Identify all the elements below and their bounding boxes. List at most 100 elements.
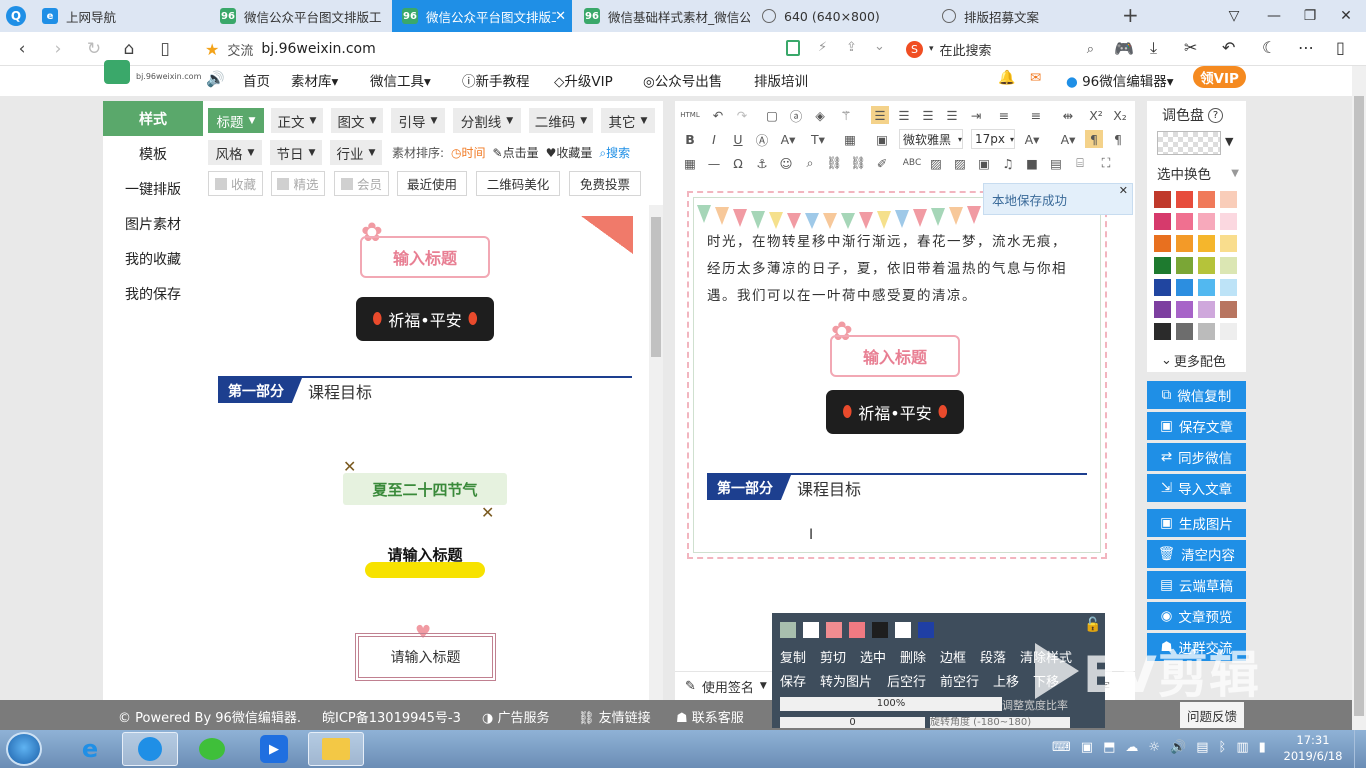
star-icon[interactable]: ★: [205, 40, 219, 59]
download-icon[interactable]: ⤓: [1150, 38, 1157, 58]
format-paint-icon[interactable]: ✐: [873, 154, 891, 172]
nav-sale[interactable]: ◎公众号出售: [643, 70, 722, 90]
nav-training[interactable]: 排版培训: [754, 70, 808, 90]
color-swatch[interactable]: [1176, 301, 1193, 318]
case-icon[interactable]: A▾: [1059, 130, 1077, 148]
signature-button[interactable]: 使用签名: [702, 677, 754, 696]
back-icon[interactable]: ‹: [10, 38, 34, 60]
align-right-icon[interactable]: ☰: [919, 106, 937, 124]
color-swatch[interactable]: [1176, 191, 1193, 208]
color-swatch[interactable]: [1220, 279, 1237, 296]
sidebar-icon[interactable]: ▯: [1336, 38, 1345, 57]
filter-body[interactable]: 正文 ▼: [271, 108, 323, 133]
taskbar-browser[interactable]: [122, 732, 178, 766]
get-vip-button[interactable]: 领VIP: [1193, 66, 1246, 88]
scrollbar-thumb[interactable]: [651, 217, 661, 357]
color-swatch[interactable]: [1220, 257, 1237, 274]
para-spacing-icon[interactable]: ≡: [1027, 106, 1045, 124]
brand-menu[interactable]: ● 96微信编辑器▾: [1066, 70, 1174, 90]
generate-image-button[interactable]: ▣ 生成图片: [1147, 509, 1246, 537]
tab-recruit[interactable]: 排版招募文案: [932, 0, 1108, 32]
hr-icon[interactable]: —: [705, 154, 723, 172]
gallery-icon[interactable]: ▨: [951, 154, 969, 172]
font-size-select[interactable]: 17px ▾: [971, 129, 1015, 149]
popup-blank-after[interactable]: 后空行: [887, 671, 926, 690]
popup-color-swatch[interactable]: [826, 622, 842, 638]
category-saved[interactable]: 我的保存: [103, 276, 203, 311]
subscript-icon[interactable]: X₂: [1111, 106, 1129, 124]
color-swatch[interactable]: [1220, 323, 1237, 340]
align-center-icon[interactable]: ☰: [895, 106, 913, 124]
help-icon[interactable]: ?: [1208, 107, 1223, 123]
sort-favorites[interactable]: ♥收藏量: [546, 144, 593, 161]
tab-editor-1[interactable]: 96 微信公众平台图文排版工: [210, 0, 390, 32]
popup-color-swatch[interactable]: [849, 622, 865, 638]
nav-vip[interactable]: ◇升级VIP: [554, 70, 613, 90]
maximize-button[interactable]: ❐: [1292, 0, 1328, 32]
site-logo[interactable]: bj.96weixin.com: [104, 60, 201, 86]
popup-border[interactable]: 边框: [940, 647, 966, 666]
popup-color-swatch[interactable]: [918, 622, 934, 638]
scrollbar-thumb[interactable]: [1354, 96, 1364, 716]
search-input[interactable]: 在此搜索: [940, 40, 992, 59]
popup-color-swatch[interactable]: [803, 622, 819, 638]
night-mode-icon[interactable]: ☾: [1262, 38, 1276, 57]
nav-materials[interactable]: 素材库▾: [291, 70, 338, 90]
color-swatch[interactable]: [1154, 301, 1171, 318]
transparent-color-swatch[interactable]: [1157, 131, 1221, 155]
taskbar-ev-recorder[interactable]: ▶: [246, 732, 302, 766]
color-swatch[interactable]: [1176, 235, 1193, 252]
align-justify-icon[interactable]: ☰: [943, 106, 961, 124]
indent-icon[interactable]: ⇥: [967, 106, 985, 124]
category-template[interactable]: 模板: [103, 136, 203, 171]
share-icon[interactable]: ⇪: [846, 40, 857, 55]
icp-number[interactable]: 皖ICP备13019945号-3: [322, 707, 461, 726]
flash-icon[interactable]: ⚡: [818, 40, 827, 55]
import-article-button[interactable]: ⇲ 导入文章: [1147, 474, 1246, 502]
bell-icon[interactable]: 🔔: [998, 70, 1015, 86]
align-left-icon[interactable]: ☰: [871, 106, 889, 124]
popup-color-swatch[interactable]: [780, 622, 796, 638]
more-colors-link[interactable]: ⌄ 更多配色: [1161, 351, 1226, 370]
material-part[interactable]: 第一部分 课程目标: [218, 378, 372, 403]
preview-button[interactable]: ◉ 文章预览: [1147, 602, 1246, 630]
html-source-icon[interactable]: HTML: [679, 106, 701, 124]
popup-copy[interactable]: 复制: [780, 647, 806, 666]
taskbar-ie[interactable]: e: [62, 732, 118, 766]
color-swatch[interactable]: [1198, 279, 1215, 296]
eraser-icon[interactable]: ◈: [811, 106, 829, 124]
signal-icon[interactable]: ▮: [1259, 740, 1266, 755]
map-icon[interactable]: ▤: [1047, 154, 1065, 172]
unlink-icon[interactable]: ⛓: [849, 154, 867, 172]
color-swatch[interactable]: [1198, 213, 1215, 230]
color-swatch[interactable]: [1176, 257, 1193, 274]
editor-canvas[interactable]: 时光，在物转星移中渐行渐远，春花一梦，流水无痕，经历太多薄凉的日子，夏，依旧带着…: [687, 191, 1107, 559]
friend-links[interactable]: ⛓ 友情链接: [578, 707, 651, 726]
new-tab-button[interactable]: +: [1122, 3, 1139, 27]
lock-icon[interactable]: 🔓: [1084, 617, 1101, 633]
color-swatch[interactable]: [1220, 301, 1237, 318]
chevron-down-icon[interactable]: ⌄: [874, 39, 885, 54]
filter-industry[interactable]: 行业 ▼: [330, 140, 382, 165]
wechat-copy-button[interactable]: ⧉ 微信复制: [1147, 381, 1246, 409]
font-size-up-icon[interactable]: A▾: [1023, 130, 1041, 148]
popup-select[interactable]: 选中: [860, 647, 886, 666]
material-title-4[interactable]: 请输入标题: [355, 633, 496, 681]
category-style[interactable]: 样式: [103, 101, 203, 136]
wechat-tray-icon[interactable]: ☁: [1125, 740, 1138, 755]
bluetooth-icon[interactable]: ᛒ: [1219, 740, 1227, 755]
cloud-draft-button[interactable]: ▤ 云端草稿: [1147, 571, 1246, 599]
border-text-icon[interactable]: Ⓐ: [753, 130, 771, 148]
material-season[interactable]: 夏至二十四节气: [343, 473, 507, 505]
tab-image[interactable]: 640 (640×800): [752, 0, 928, 32]
anchor-icon[interactable]: ⚓: [753, 154, 771, 172]
filter-qrcode[interactable]: 二维码 ▼: [529, 108, 593, 133]
ltr-icon[interactable]: ¶: [1085, 130, 1103, 148]
nav-tutorial[interactable]: ⓘ新手教程: [462, 70, 530, 90]
more-menu-icon[interactable]: ⋯: [1298, 38, 1314, 57]
address-field[interactable]: ★ 交流 bj.96weixin.com: [205, 38, 775, 60]
filter-genre[interactable]: 风格 ▼: [208, 140, 262, 165]
grid-icon[interactable]: ▦: [681, 154, 699, 172]
color-swatch[interactable]: [1198, 301, 1215, 318]
category-favorites[interactable]: 我的收藏: [103, 241, 203, 276]
